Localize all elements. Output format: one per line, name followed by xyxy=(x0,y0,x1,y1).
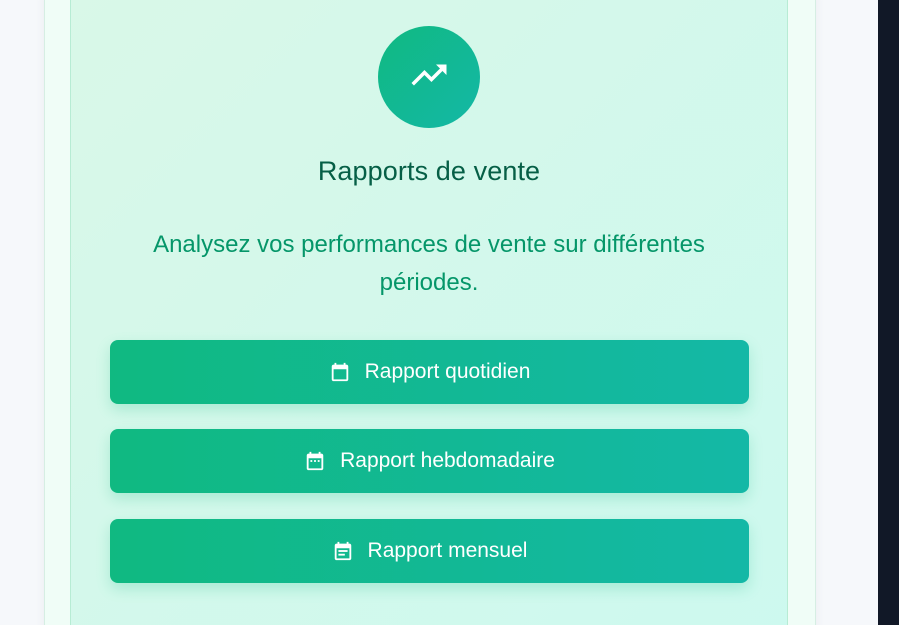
header-icon-circle xyxy=(378,26,480,128)
monthly-report-label: Rapport mensuel xyxy=(367,539,528,562)
card-description: Analysez vos performances de vente sur d… xyxy=(153,231,705,296)
daily-report-button[interactable]: Rapport quotidien xyxy=(110,340,749,404)
card-title: Rapports de vente xyxy=(317,156,541,186)
weekly-report-button[interactable]: Rapport hebdomadaire xyxy=(110,429,749,493)
page: Rapports de vente Analysez vos performan… xyxy=(0,0,899,625)
calendar-month-icon xyxy=(332,540,354,562)
dark-side-panel-edge xyxy=(878,0,899,625)
weekly-report-label: Rapport hebdomadaire xyxy=(340,449,555,472)
monthly-report-button[interactable]: Rapport mensuel xyxy=(110,519,749,583)
daily-report-label: Rapport quotidien xyxy=(364,360,531,383)
calendar-week-icon xyxy=(304,450,326,472)
calendar-icon xyxy=(329,361,351,383)
trending-up-icon xyxy=(408,54,450,101)
